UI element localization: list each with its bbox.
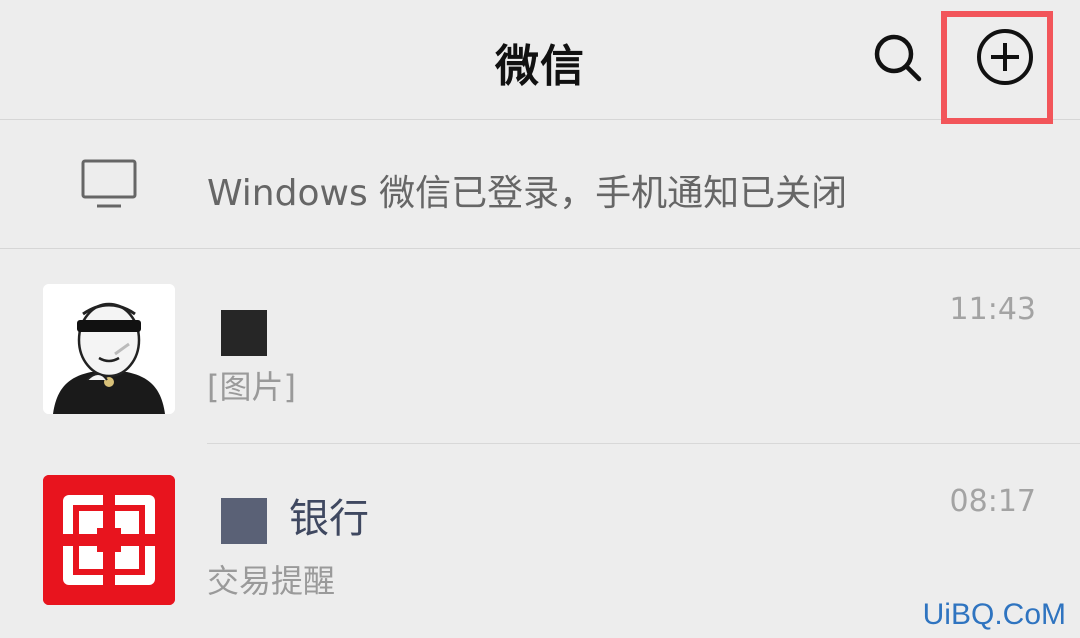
search-icon — [874, 34, 922, 82]
chat-list-item[interactable]: 银行 交易提醒 08:17 — [0, 444, 1080, 638]
avatar — [43, 475, 175, 605]
watermark: UiBQ.CoM — [922, 598, 1066, 631]
chat-list-item[interactable]: [图片] 11:43 — [0, 250, 1080, 444]
login-notice-text: Windows 微信已登录，手机通知已关闭 — [207, 173, 848, 214]
chat-name — [207, 308, 289, 356]
add-button-highlight — [941, 11, 1053, 124]
redacted-block — [221, 310, 267, 356]
monitor-icon — [80, 158, 138, 212]
meme-avatar-icon — [43, 284, 175, 414]
chat-preview: [图片] — [207, 368, 296, 406]
chat-time: 08:17 — [949, 484, 1036, 519]
chat-preview: 交易提醒 — [207, 562, 336, 600]
chat-name: 银行 — [207, 486, 369, 544]
avatar — [43, 284, 175, 414]
chat-time: 11:43 — [949, 292, 1036, 327]
bank-logo-icon — [43, 475, 175, 605]
redacted-block — [221, 498, 267, 544]
search-button[interactable] — [868, 28, 930, 90]
top-bar: 微信 — [0, 0, 1080, 120]
